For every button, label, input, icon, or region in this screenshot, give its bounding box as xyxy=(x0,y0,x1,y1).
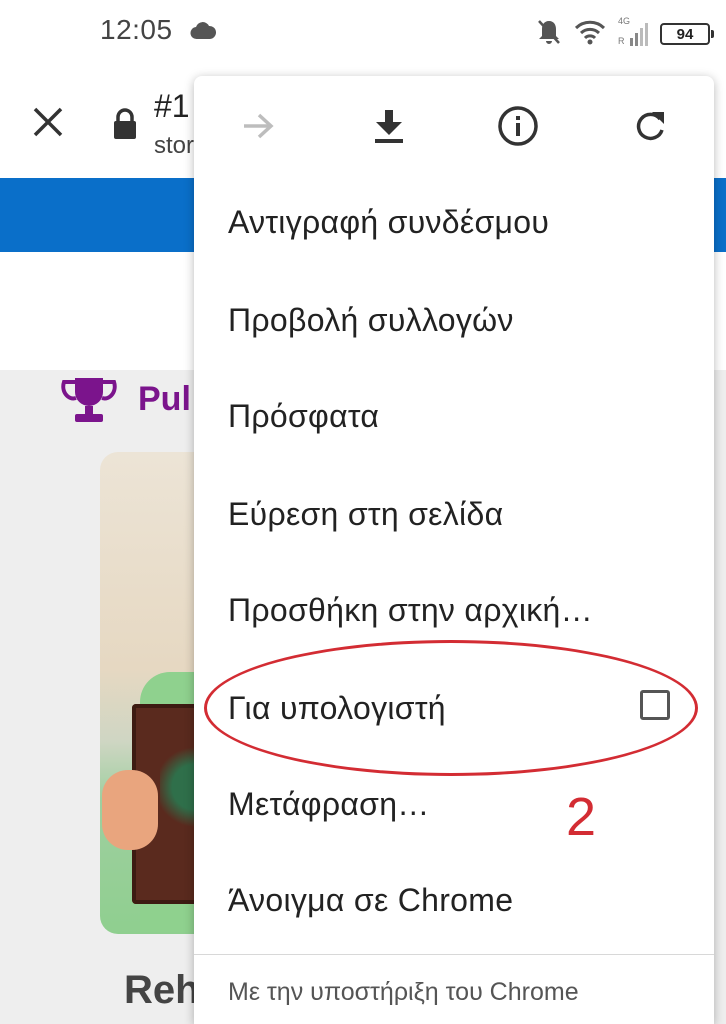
overflow-menu: Αντιγραφή συνδέσμου Προβολή συλλογών Πρό… xyxy=(194,76,714,1024)
info-icon[interactable] xyxy=(494,102,542,150)
battery-level: 94 xyxy=(676,25,694,43)
annotation-step-number: 2 xyxy=(566,787,597,847)
refresh-icon[interactable] xyxy=(626,102,674,150)
status-time: 12:05 xyxy=(100,14,173,45)
cloud-icon xyxy=(190,22,217,45)
signal-icon: 4G R xyxy=(618,16,648,50)
page-title[interactable]: #1 xyxy=(154,88,190,125)
author-name: Reh xyxy=(124,968,200,1012)
trophy-icon xyxy=(60,376,118,431)
forward-arrow-icon[interactable] xyxy=(234,102,282,150)
url-host[interactable]: stor xyxy=(154,132,194,160)
menu-divider xyxy=(194,954,714,955)
wifi-icon xyxy=(574,19,606,50)
annotation-circle xyxy=(204,640,698,776)
menu-item-find-in-page[interactable]: Εύρεση στη σελίδα xyxy=(228,496,503,533)
menu-item-translate[interactable]: Μετάφραση… xyxy=(228,786,430,823)
menu-footer: Με την υποστήριξη του Chrome xyxy=(228,978,579,1006)
menu-item-open-in-chrome[interactable]: Άνοιγμα σε Chrome xyxy=(228,882,513,919)
svg-text:R: R xyxy=(618,36,625,46)
menu-item-copy-link[interactable]: Αντιγραφή συνδέσμου xyxy=(228,204,549,241)
section-heading: Pul xyxy=(138,380,191,418)
download-icon[interactable] xyxy=(365,102,413,150)
status-icons: 4G R 94 xyxy=(536,14,714,54)
menu-item-recent[interactable]: Πρόσφατα xyxy=(228,398,379,435)
menu-icon-row xyxy=(194,76,714,176)
close-icon[interactable] xyxy=(30,104,66,145)
lock-icon[interactable] xyxy=(112,108,138,145)
bell-muted-icon xyxy=(536,18,562,51)
battery-indicator: 94 xyxy=(660,23,714,45)
menu-item-view-collections[interactable]: Προβολή συλλογών xyxy=(228,302,514,339)
menu-item-add-to-home[interactable]: Προσθήκη στην αρχική… xyxy=(228,592,593,629)
